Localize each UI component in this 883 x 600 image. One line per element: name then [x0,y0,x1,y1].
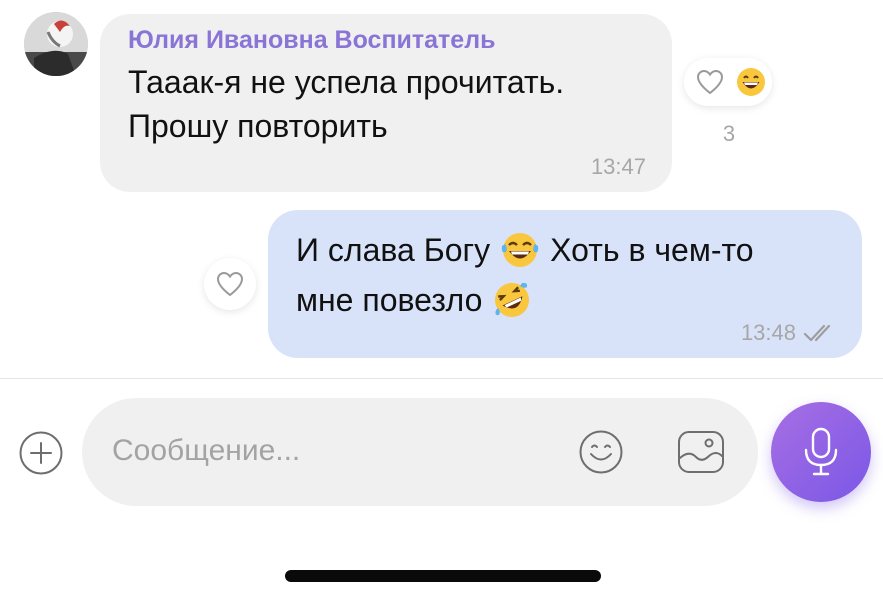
rolling-on-floor-laughing-emoji [495,282,530,317]
face-with-tears-of-joy-emoji [501,233,539,267]
voice-record-button[interactable] [771,402,871,502]
sender-name[interactable]: Юлия Ивановна Воспитатель [128,26,495,55]
emoji-button[interactable] [578,429,624,475]
message-input-placeholder: Сообщение... [112,434,301,467]
outgoing-line-2: мне повезло [296,278,542,322]
outgoing-line-1: И слава Богу Хоть в чем-то [296,228,754,272]
attach-plus-button[interactable] [18,430,64,476]
double-check-icon [803,324,831,342]
incoming-line-1: Тааак-я не успела прочитать. [128,64,565,100]
outgoing-meta: 13:48 [741,320,840,346]
plus-icon [19,431,63,475]
incoming-timestamp: 13:47 [590,154,646,179]
reaction-pill[interactable] [684,58,772,106]
outgoing-text-part-3: мне повезло [296,282,483,318]
incoming-message-bubble[interactable]: Юлия Ивановна Воспитатель Тааак-я не усп… [100,14,672,192]
avatar-photo [24,12,88,76]
microphone-icon [804,427,838,476]
heart-outline-icon[interactable] [684,58,736,106]
reaction-count: 3 [722,121,736,146]
incoming-message-text: Тааак-я не успела прочитать. Прошу повто… [128,60,564,148]
emoji-face-icon [579,430,623,474]
incoming-line-2: Прошу повторить [128,108,388,144]
gallery-icon [678,431,724,473]
heart-outline-icon[interactable] [204,258,256,310]
outgoing-timestamp: 13:48 [740,320,796,345]
gallery-button[interactable] [676,428,726,476]
home-indicator[interactable] [285,570,601,582]
outgoing-text-part-2: Хоть в чем-то [550,232,754,268]
composer-divider [0,378,883,379]
outgoing-text-part-1: И слава Богу [296,232,491,268]
outgoing-message-bubble[interactable]: И слава Богу Хоть в чем-то мне повезло 1… [268,210,862,358]
message-input[interactable]: Сообщение... [82,398,758,506]
sender-avatar[interactable] [24,12,88,76]
grinning-face-emoji [737,68,765,96]
